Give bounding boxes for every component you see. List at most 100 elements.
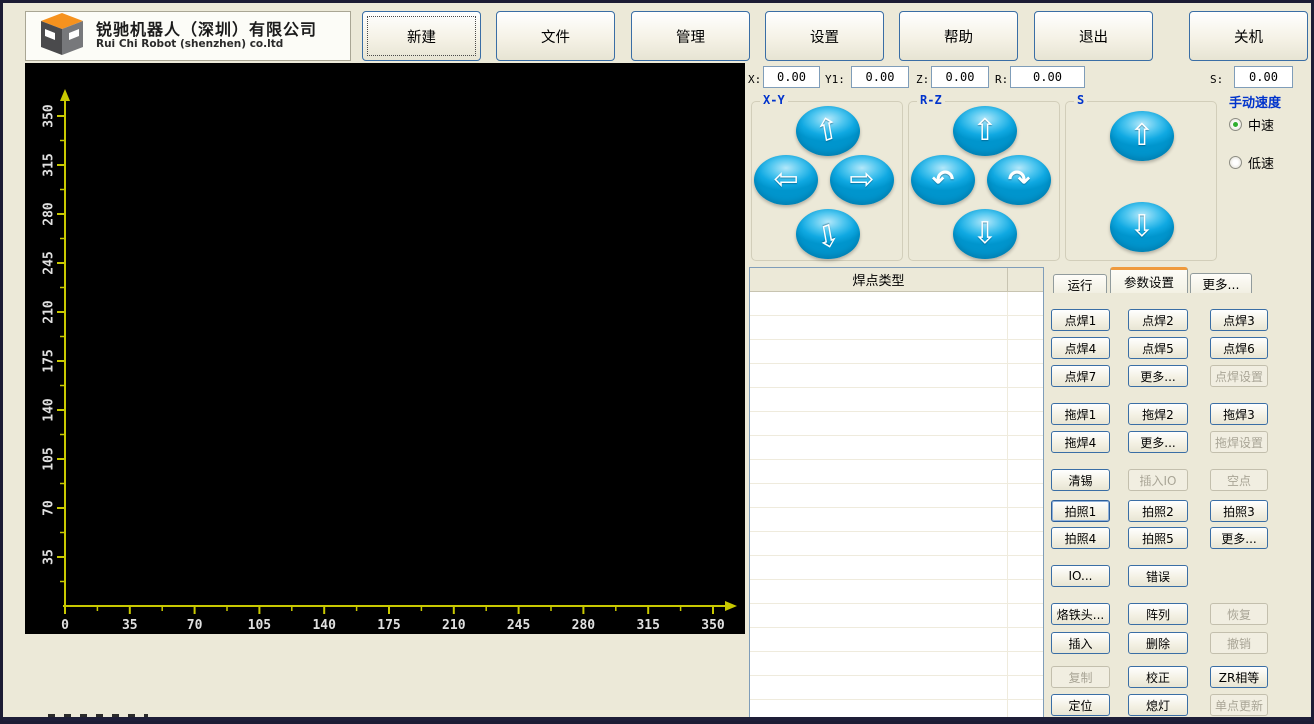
rz-rotate-ccw-button[interactable]: ↶ <box>911 155 975 205</box>
panel-button[interactable]: 点焊7 <box>1051 365 1110 387</box>
panel-button[interactable]: 点焊2 <box>1128 309 1188 331</box>
table-row[interactable] <box>750 556 1043 580</box>
panel-button[interactable]: IO... <box>1051 565 1110 587</box>
panel-button[interactable]: 更多... <box>1210 527 1268 549</box>
coord-r-value: 0.00 <box>1010 66 1085 88</box>
panel-button[interactable]: 阵列 <box>1128 603 1188 625</box>
company-cube-logo-icon <box>38 12 86 60</box>
table-row[interactable] <box>750 532 1043 556</box>
table-row[interactable] <box>750 292 1043 316</box>
panel-button[interactable]: 拖焊2 <box>1128 403 1188 425</box>
panel-button[interactable]: 拖焊1 <box>1051 403 1110 425</box>
menu-exit-button[interactable]: 退出 <box>1034 11 1153 61</box>
xy-move-away-3d-button[interactable]: ⇧ <box>796 106 860 156</box>
panel-button[interactable]: 错误 <box>1128 565 1188 587</box>
panel-button[interactable]: 定位 <box>1051 694 1110 716</box>
svg-text:35: 35 <box>122 618 138 633</box>
panel-button[interactable]: 拖焊3 <box>1210 403 1268 425</box>
table-row[interactable] <box>750 340 1043 364</box>
arrow-down-icon: ⇩ <box>972 219 997 249</box>
panel-button[interactable]: 拍照3 <box>1210 500 1268 522</box>
rz-move-up-button[interactable]: ⇧ <box>953 106 1017 156</box>
coord-y1-value: 0.00 <box>851 66 909 88</box>
table-row[interactable] <box>750 580 1043 604</box>
main-window: 锐驰机器人（深圳）有限公司 Rui Chi Robot (shenzhen) c… <box>0 0 1314 724</box>
xy-move-left-button[interactable]: ⇦ <box>754 155 818 205</box>
menu-settings-button[interactable]: 设置 <box>765 11 884 61</box>
panel-button: 点焊设置 <box>1210 365 1268 387</box>
svg-text:245: 245 <box>42 251 57 274</box>
table-row[interactable] <box>750 652 1043 676</box>
s-move-down-button[interactable]: ⇩ <box>1110 202 1174 252</box>
table-cell-type <box>750 460 1007 483</box>
table-row[interactable] <box>750 412 1043 436</box>
plot-canvas[interactable]: 0357010514017521024528031535035701051401… <box>25 63 745 634</box>
table-cell-type <box>750 340 1007 363</box>
panel-button[interactable]: 点焊4 <box>1051 337 1110 359</box>
table-cell-aux <box>1007 556 1043 579</box>
s-move-up-button[interactable]: ⇧ <box>1110 111 1174 161</box>
svg-text:175: 175 <box>42 349 57 372</box>
table-row[interactable] <box>750 604 1043 628</box>
svg-text:35: 35 <box>42 549 57 565</box>
panel-button[interactable]: 点焊3 <box>1210 309 1268 331</box>
coord-z-label: Z: <box>916 73 929 86</box>
menu-manage-button[interactable]: 管理 <box>631 11 750 61</box>
panel-button[interactable]: 清锡 <box>1051 469 1110 491</box>
panel-button[interactable]: 更多... <box>1128 431 1188 453</box>
xy-move-toward-3d-button[interactable]: ⇧ <box>796 209 860 259</box>
panel-button[interactable]: 删除 <box>1128 632 1188 654</box>
table-row[interactable] <box>750 676 1043 700</box>
weld-point-table: 焊点类型 <box>749 267 1044 721</box>
table-row[interactable] <box>750 364 1043 388</box>
table-cell-aux <box>1007 316 1043 339</box>
panel-button[interactable]: 拖焊4 <box>1051 431 1110 453</box>
menu-shutdown-button[interactable]: 关机 <box>1189 11 1308 61</box>
svg-text:70: 70 <box>187 618 203 633</box>
table-row[interactable] <box>750 460 1043 484</box>
arrow-up-icon: ⇧ <box>972 116 997 146</box>
panel-button[interactable]: 烙铁头... <box>1051 603 1110 625</box>
arrow-right-icon: ⇨ <box>849 165 874 195</box>
tab-more[interactable]: 更多... <box>1190 273 1252 293</box>
panel-button[interactable]: 熄灯 <box>1128 694 1188 716</box>
manual-speed-label: 手动速度 <box>1229 92 1281 111</box>
table-row[interactable] <box>750 628 1043 652</box>
menu-file-button[interactable]: 文件 <box>496 11 615 61</box>
weld-point-table-header: 焊点类型 <box>750 268 1043 292</box>
table-cell-type <box>750 580 1007 603</box>
menu-new-button[interactable]: 新建 <box>362 11 481 61</box>
panel-button[interactable]: 拍照4 <box>1051 527 1110 549</box>
table-cell-aux <box>1007 508 1043 531</box>
panel-button[interactable]: 点焊6 <box>1210 337 1268 359</box>
rz-rotate-cw-button[interactable]: ↷ <box>987 155 1051 205</box>
xy-move-right-button[interactable]: ⇨ <box>830 155 894 205</box>
panel-button[interactable]: 拍照2 <box>1128 500 1188 522</box>
table-row[interactable] <box>750 388 1043 412</box>
panel-button[interactable]: ZR相等 <box>1210 666 1268 688</box>
speed-radio-low[interactable]: 低速 <box>1229 153 1274 172</box>
table-row[interactable] <box>750 508 1043 532</box>
panel-button[interactable]: 拍照1 <box>1051 500 1110 522</box>
panel-button[interactable]: 插入 <box>1051 632 1110 654</box>
tab-param-settings[interactable]: 参数设置 <box>1110 267 1188 293</box>
table-row[interactable] <box>750 484 1043 508</box>
panel-button: 恢复 <box>1210 603 1268 625</box>
panel-button[interactable]: 拍照5 <box>1128 527 1188 549</box>
panel-button[interactable]: 校正 <box>1128 666 1188 688</box>
tab-run[interactable]: 运行 <box>1053 274 1107 293</box>
table-cell-type <box>750 436 1007 459</box>
rz-move-down-button[interactable]: ⇩ <box>953 209 1017 259</box>
panel-button[interactable]: 点焊1 <box>1051 309 1110 331</box>
table-row[interactable] <box>750 436 1043 460</box>
jog-group-s: S⇧⇩ <box>1065 101 1217 261</box>
table-row[interactable] <box>750 316 1043 340</box>
panel-button[interactable]: 点焊5 <box>1128 337 1188 359</box>
table-cell-type <box>750 604 1007 627</box>
speed-radio-medium[interactable]: 中速 <box>1229 115 1274 134</box>
panel-button[interactable]: 更多... <box>1128 365 1188 387</box>
table-cell-aux <box>1007 388 1043 411</box>
table-cell-type <box>750 292 1007 315</box>
weld-point-aux-column-header <box>1007 268 1043 291</box>
menu-help-button[interactable]: 帮助 <box>899 11 1018 61</box>
